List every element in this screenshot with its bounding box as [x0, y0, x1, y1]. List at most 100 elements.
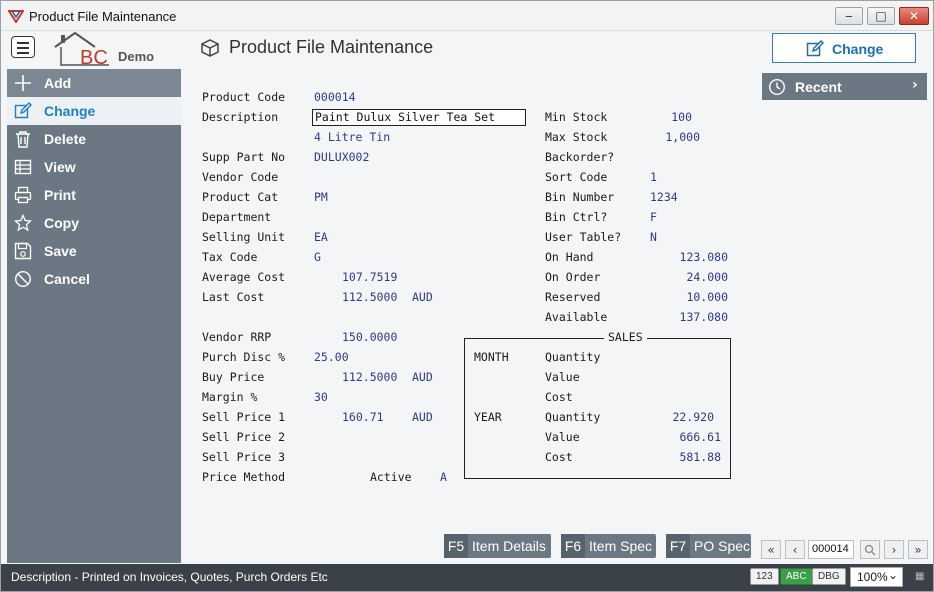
sales-year-value-value: 666.61 [679, 430, 721, 444]
sell-price-1-label: Sell Price 1 [202, 410, 286, 424]
fkey-action-label: Item Spec [589, 538, 653, 554]
sidebar-item-delete[interactable]: Delete [7, 125, 181, 153]
margin-value[interactable]: 30 [314, 390, 328, 404]
sales-month-value-label: Value [545, 370, 580, 384]
record-number-field[interactable]: 000014 [808, 540, 854, 559]
pencil-icon [14, 102, 32, 119]
item-details-button[interactable]: F5 Item Details [444, 534, 551, 558]
product-cat-label: Product Cat [202, 190, 279, 204]
first-record-button[interactable]: « [761, 540, 781, 559]
status-text: Description - Printed on Invoices, Quote… [11, 570, 328, 584]
maximize-icon: □ [875, 9, 887, 23]
product-cat-value[interactable]: PM [314, 190, 328, 204]
product-code-label: Product Code [202, 90, 286, 104]
sidebar-item-print[interactable]: Print [7, 181, 181, 209]
previous-record-button[interactable]: ‹ [785, 540, 805, 559]
trash-icon [16, 131, 30, 148]
title-bar[interactable]: Product File Maintenance ‒ □ ✕ [1, 1, 933, 31]
sales-year-cost-value: 581.88 [679, 450, 721, 464]
bin-ctrl-value[interactable]: F [650, 210, 657, 224]
sidebar-item-label: Save [44, 243, 77, 259]
box-icon [201, 39, 219, 57]
buy-price-value[interactable]: 112.5000 [342, 370, 397, 384]
abc-mode-badge[interactable]: ABC [780, 568, 813, 585]
buy-price-label: Buy Price [202, 370, 265, 384]
max-stock-value[interactable]: 1,000 [641, 130, 700, 144]
sidebar-item-change[interactable]: Change [7, 97, 181, 125]
sell-price-2-label: Sell Price 2 [202, 430, 286, 444]
active-label: Active [370, 470, 412, 484]
sales-year-quantity-label: Quantity [545, 410, 601, 424]
tax-code-value[interactable]: G [314, 250, 321, 264]
close-icon: ✕ [908, 9, 920, 23]
last-cost-value[interactable]: 112.5000 [342, 290, 397, 304]
average-cost-value[interactable]: 107.7519 [342, 270, 397, 284]
po-spec-button[interactable]: F7 PO Spec [666, 534, 751, 558]
description-line2-value[interactable]: 4 Litre Tin [314, 130, 390, 144]
floppy-icon [14, 242, 32, 260]
user-table-value[interactable]: N [650, 230, 657, 244]
bin-number-value[interactable]: 1234 [650, 190, 678, 204]
chevron-right-icon: › [912, 77, 918, 93]
search-record-button[interactable] [860, 540, 880, 559]
sales-year-value-label: Value [545, 430, 580, 444]
hamburger-menu-button[interactable] [11, 36, 35, 58]
change-mode-button[interactable]: Change [772, 33, 916, 63]
minimize-button[interactable]: ‒ [835, 7, 863, 25]
printer-icon [14, 186, 32, 204]
recent-label: Recent [795, 79, 842, 95]
numeric-mode-badge[interactable]: 123 [750, 568, 779, 585]
sidebar-item-label: Cancel [44, 271, 90, 287]
sidebar-item-view[interactable]: View [7, 153, 181, 181]
sales-year-quantity-value: 22.920 [672, 410, 714, 424]
maximize-button[interactable]: □ [867, 7, 895, 25]
sidebar-item-cancel[interactable]: Cancel [7, 265, 181, 293]
selling-unit-label: Selling Unit [202, 230, 286, 244]
resize-grip-icon[interactable]: ▦ [915, 571, 924, 582]
sort-code-value[interactable]: 1 [650, 170, 657, 184]
star-icon [14, 214, 32, 232]
user-table-label: User Table? [545, 230, 622, 244]
on-order-value: 24.000 [686, 270, 728, 284]
min-stock-value[interactable]: 100 [641, 110, 692, 124]
sales-year-cost-label: Cost [545, 450, 573, 464]
change-mode-label: Change [832, 41, 884, 57]
logo-letters: BC [80, 47, 108, 67]
description-input[interactable]: Paint Dulux Silver Tea Set [312, 109, 526, 126]
sidebar-item-copy[interactable]: Copy [7, 209, 181, 237]
next-record-button[interactable]: › [884, 540, 904, 559]
supp-part-no-value[interactable]: DULUX002 [314, 150, 369, 164]
sidebar-item-label: View [44, 159, 76, 175]
last-record-button[interactable]: » [908, 540, 928, 559]
buy-price-currency: AUD [412, 370, 433, 384]
chevron-right-icon: › [891, 542, 897, 557]
vendor-rrp-value[interactable]: 150.0000 [342, 330, 397, 344]
description-label: Description [202, 110, 279, 124]
sidebar-item-label: Delete [44, 131, 87, 147]
active-value[interactable]: A [440, 470, 447, 484]
sales-year-label: YEAR [474, 410, 502, 424]
debug-mode-badge[interactable]: DBG [812, 568, 846, 585]
bin-ctrl-label: Bin Ctrl? [545, 210, 608, 224]
sidebar-item-label: Add [44, 75, 72, 91]
selling-unit-value[interactable]: EA [314, 230, 328, 244]
sell-price-1-value[interactable]: 160.71 [342, 410, 384, 424]
vendor-rrp-label: Vendor RRP [202, 330, 272, 344]
sidebar-item-add[interactable]: Add [7, 69, 181, 97]
available-value: 137.080 [679, 310, 728, 324]
sort-code-label: Sort Code [545, 170, 608, 184]
zoom-select[interactable]: 100% ⌄ [850, 567, 903, 587]
recent-panel-button[interactable]: Recent › [762, 73, 927, 100]
available-label: Available [545, 310, 608, 324]
item-spec-button[interactable]: F6 Item Spec [561, 534, 656, 558]
purch-disc-value[interactable]: 25.00 [314, 350, 349, 364]
logo-demo-text: Demo [118, 49, 155, 64]
average-cost-label: Average Cost [202, 270, 286, 284]
app-window: Product File Maintenance ‒ □ ✕ BC Demo P… [0, 0, 934, 592]
edit-icon [806, 40, 824, 57]
sidebar-item-save[interactable]: Save [7, 237, 181, 265]
product-code-value[interactable]: 000014 [314, 90, 356, 104]
close-button[interactable]: ✕ [899, 7, 929, 25]
double-chevron-right-icon: » [914, 542, 922, 557]
clock-icon [768, 78, 786, 96]
